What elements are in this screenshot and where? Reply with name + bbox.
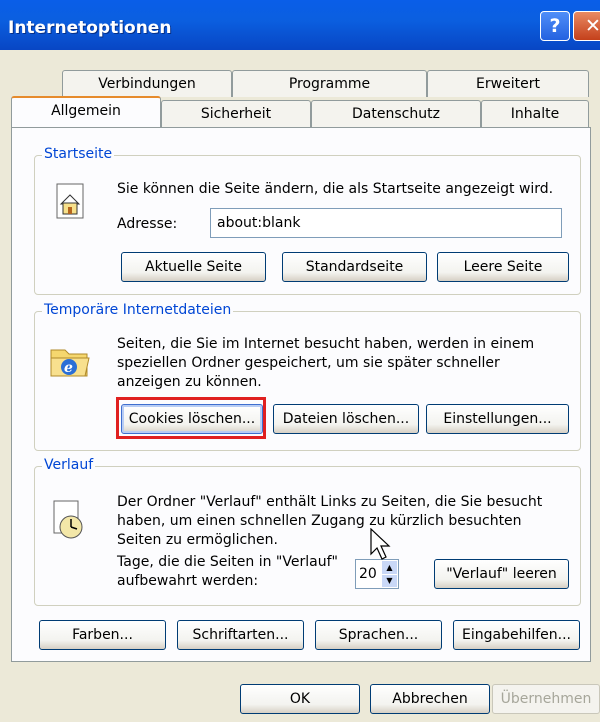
history-description-line-3: Seiten zu ermöglichen. xyxy=(117,532,278,548)
tab-sicherheit[interactable]: Sicherheit xyxy=(161,100,311,127)
startseite-legend: Startseite xyxy=(42,146,115,162)
days-label-line-2: aufbewahrt werden: xyxy=(117,573,259,589)
tab-allgemein[interactable]: Allgemein xyxy=(11,96,161,127)
accessibility-button[interactable]: Eingabehilfen... xyxy=(453,620,580,650)
tab-label: Inhalte xyxy=(510,106,560,122)
mouse-cursor-icon xyxy=(370,528,391,560)
colors-button[interactable]: Farben... xyxy=(39,620,166,650)
current-page-button[interactable]: Aktuelle Seite xyxy=(121,252,266,282)
days-stepper[interactable]: 20 ▲ ▼ xyxy=(355,559,399,589)
tab-erweitert[interactable]: Erweitert xyxy=(427,70,589,97)
temp-files-legend: Temporäre Internetdateien xyxy=(42,302,234,318)
blank-page-button[interactable]: Leere Seite xyxy=(437,252,569,282)
temp-description-line-2: speziellen Ordner gespeichert, um sie sp… xyxy=(117,355,500,371)
history-legend: Verlauf xyxy=(42,457,96,473)
address-input[interactable]: about:blank xyxy=(210,208,562,238)
tab-label: Sicherheit xyxy=(200,106,272,122)
tab-label: Allgemein xyxy=(51,103,121,119)
tab-label: Verbindungen xyxy=(98,76,196,92)
apply-button[interactable]: Übernehmen xyxy=(492,684,600,714)
window-title: Internetoptionen xyxy=(8,18,172,38)
stepper-up-icon[interactable]: ▲ xyxy=(382,561,397,574)
close-button[interactable]: ✕ xyxy=(573,11,600,41)
fonts-button[interactable]: Schriftarten... xyxy=(177,620,304,650)
days-label-line-1: Tage, die die Seiten in "Verlauf" xyxy=(117,554,338,570)
settings-button[interactable]: Einstellungen... xyxy=(426,404,569,434)
history-clock-icon xyxy=(53,500,83,539)
temp-files-group: Temporäre Internetdateien e Seiten, die … xyxy=(34,302,581,451)
days-value: 20 xyxy=(359,566,377,582)
languages-button[interactable]: Sprachen... xyxy=(315,620,442,650)
title-bar: Internetoptionen ? ✕ xyxy=(0,0,600,50)
tab-inhalte[interactable]: Inhalte xyxy=(481,100,589,127)
highlight-box xyxy=(116,397,266,439)
tab-label: Erweitert xyxy=(476,76,540,92)
tab-programme[interactable]: Programme xyxy=(232,70,427,97)
stepper-down-icon[interactable]: ▼ xyxy=(382,575,397,587)
history-description-line-2: haben, um einen schnellen Zugang zu kürz… xyxy=(117,513,522,529)
temp-description-line-1: Seiten, die Sie im Internet besucht habe… xyxy=(117,336,535,352)
tab-datenschutz[interactable]: Datenschutz xyxy=(311,100,481,127)
ie-folder-icon: e xyxy=(50,349,90,377)
tab-verbindungen[interactable]: Verbindungen xyxy=(62,70,232,97)
close-icon: ✕ xyxy=(585,15,600,37)
startseite-description: Sie können die Seite ändern, die als Sta… xyxy=(117,181,554,197)
ok-button[interactable]: OK xyxy=(240,684,360,714)
delete-files-button[interactable]: Dateien löschen... xyxy=(273,404,419,434)
history-description-line-1: Der Ordner "Verlauf" enthält Links zu Se… xyxy=(117,494,543,510)
tab-panel: Startseite Sie können die Seite ändern, … xyxy=(11,127,591,662)
startseite-group: Startseite Sie können die Seite ändern, … xyxy=(34,146,581,295)
default-page-button[interactable]: Standardseite xyxy=(282,252,427,282)
address-label: Adresse: xyxy=(117,216,178,232)
svg-text:e: e xyxy=(64,360,73,376)
cancel-button[interactable]: Abbrechen xyxy=(370,684,490,714)
clear-history-button[interactable]: "Verlauf" leeren xyxy=(434,559,569,589)
history-group: Verlauf Der Ordner "Verlauf" enthält Lin… xyxy=(34,457,581,606)
tab-label: Programme xyxy=(288,76,371,92)
temp-description-line-3: anzeigen zu können. xyxy=(117,374,262,390)
question-icon: ? xyxy=(549,15,561,37)
home-page-icon xyxy=(56,183,84,219)
help-button[interactable]: ? xyxy=(540,11,570,41)
tab-label: Datenschutz xyxy=(352,106,440,122)
